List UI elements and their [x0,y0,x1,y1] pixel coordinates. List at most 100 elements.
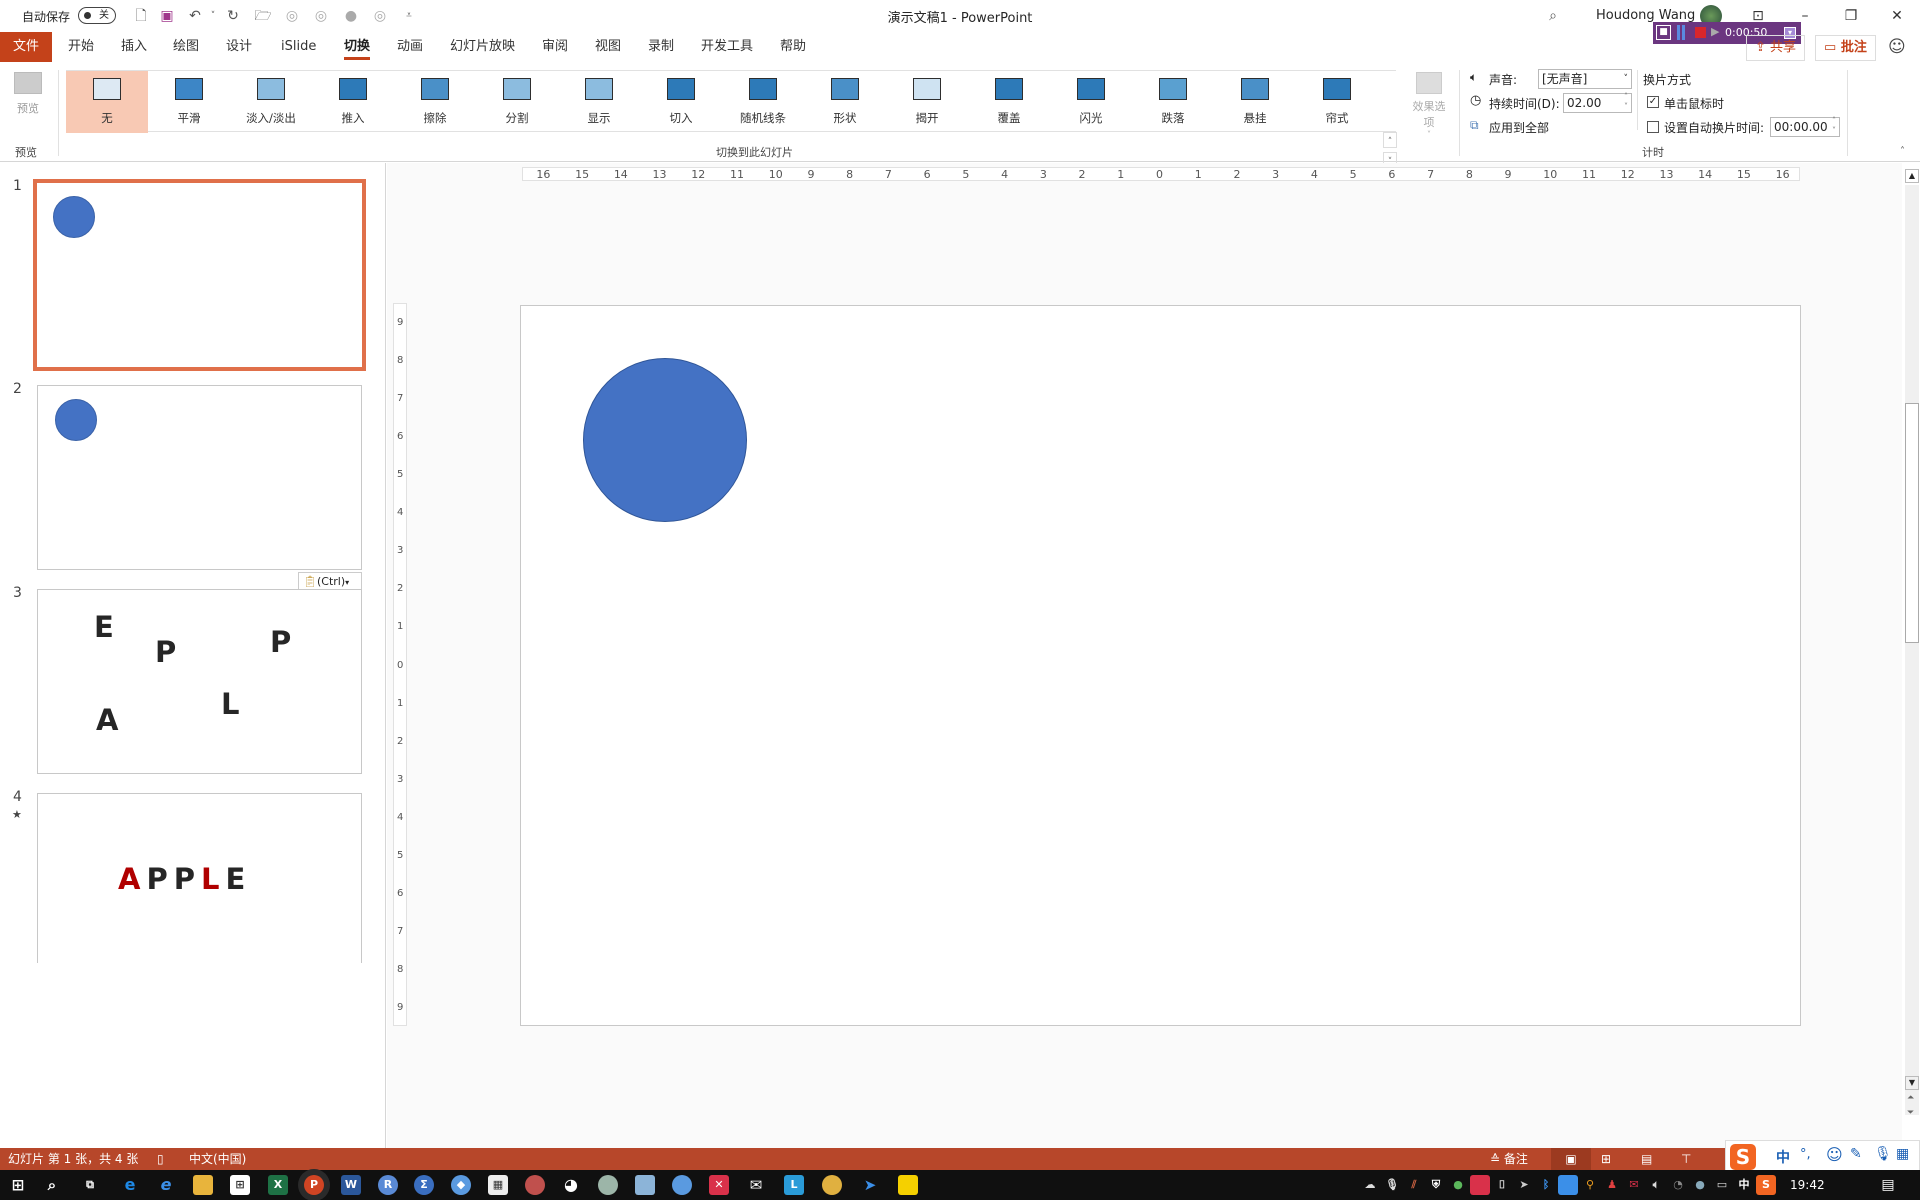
mic-icon[interactable]: 🎙︎ [1382,1175,1402,1195]
palette-icon[interactable] [598,1175,618,1195]
save-icon[interactable]: ▣ [158,7,176,25]
transition-drape[interactable]: 悬挂 [1214,71,1296,133]
user-name[interactable]: Houdong Wang [1596,8,1695,23]
defender-icon[interactable]: ⛨ [1426,1175,1446,1195]
wechat-icon[interactable]: ● [1448,1175,1468,1195]
transition-shape[interactable]: 形状 [804,71,886,133]
mail-notify-icon[interactable] [1470,1175,1490,1195]
tab-islide[interactable]: iSlide [273,32,324,62]
slide-thumbnail-3[interactable]: E P P A L [37,589,362,774]
transition-fall-over[interactable]: 跌落 [1132,71,1214,133]
notes-button[interactable]: ≙ 备注 [1490,1148,1528,1170]
tab-design[interactable]: 设计 [218,32,260,62]
shape-combine-icon[interactable]: ● [342,7,360,25]
transition-curtains[interactable]: 帘式 [1296,71,1378,133]
chrome-icon[interactable] [822,1175,842,1195]
after-time-input[interactable]: 00:00.00 ˄ ˅ [1770,116,1840,137]
excel-icon[interactable]: X [268,1175,288,1195]
transition-flash[interactable]: 闪光 [1050,71,1132,133]
after-time-checkbox[interactable] [1647,121,1659,133]
emoji-icon[interactable]: ☺ [1826,1145,1843,1164]
customize-qat-icon[interactable]: ⩡ [400,7,418,25]
ime-punctuation[interactable]: °, [1800,1147,1811,1162]
r-icon[interactable]: R [378,1175,398,1195]
apply-all-button[interactable]: 应用到全部 [1489,119,1549,136]
spinner-icon[interactable]: ˄ ˅ [1832,116,1836,136]
tab-help[interactable]: 帮助 [772,32,814,62]
language-status[interactable]: 中文(中国) [189,1148,246,1170]
normal-view-icon[interactable]: ▣ [1551,1148,1591,1170]
transition-cut[interactable]: 切入 [640,71,722,133]
clock[interactable]: 19:42 [1790,1178,1825,1192]
transition-random-bars[interactable]: 随机线条 [722,71,804,133]
redo-icon[interactable]: ↻ [224,7,242,25]
telegram-icon[interactable]: ➤ [860,1175,880,1195]
search-tray-icon[interactable]: ⚲ [1580,1175,1600,1195]
pen-icon[interactable]: ✎ [1850,1146,1862,1162]
input-language[interactable]: 中 [1734,1175,1754,1195]
tab-file[interactable]: 文件 [0,32,52,62]
file-explorer-icon[interactable] [193,1175,213,1195]
tab-review[interactable]: 审阅 [534,32,576,62]
sigma-icon[interactable]: Σ [414,1175,434,1195]
slide-thumbnail-2[interactable] [37,385,362,570]
tray-app-icon[interactable]: ⫽ [1404,1175,1424,1195]
shape-union-icon[interactable]: ◎ [283,7,301,25]
mail-icon[interactable]: ✉ [746,1175,766,1195]
tab-view[interactable]: 视图 [587,32,629,62]
scroll-down-icon[interactable]: ▼ [1905,1076,1919,1090]
slide-thumbnail-1[interactable] [33,179,366,371]
spell-check-icon[interactable]: ▯ [157,1148,164,1170]
slide-thumbnail-4[interactable]: APPLE [37,793,362,963]
qq-icon[interactable]: ♟ [1602,1175,1622,1195]
feedback-smiley-icon[interactable]: ☺ [1888,37,1906,57]
search-icon[interactable]: ⌕ [42,1175,62,1195]
share-button[interactable]: ⇪ 共享 [1746,35,1806,61]
effect-options-button[interactable]: 效果选项 ˅ [1408,72,1450,142]
word-icon[interactable]: W [341,1175,361,1195]
sticky-notes-icon[interactable] [898,1175,918,1195]
ie-icon[interactable]: e [156,1175,176,1195]
gallery-scroll-up[interactable]: ˄ [1383,132,1397,148]
onedrive-icon[interactable]: ☁ [1360,1175,1380,1195]
bluetooth-icon[interactable]: ᛒ [1536,1175,1556,1195]
tab-animations[interactable]: 动画 [389,32,431,62]
collapse-ribbon-icon[interactable]: ˄ [1900,146,1905,157]
search-icon[interactable]: ⌕ [1544,7,1562,25]
l-app-icon[interactable]: L [784,1175,804,1195]
task-view-icon[interactable]: ⧉ [80,1175,100,1195]
transition-wipe[interactable]: 擦除 [394,71,476,133]
tab-transitions[interactable]: 切换 [336,32,378,62]
tab-insert[interactable]: 插入 [113,32,155,62]
transition-split[interactable]: 分割 [476,71,558,133]
gem-icon[interactable]: ◆ [451,1175,471,1195]
previous-slide-icon[interactable]: ⏶ [1907,1093,1914,1103]
scroll-track[interactable] [1905,185,1919,1115]
store-icon[interactable]: ⊞ [230,1175,250,1195]
paint-app-icon[interactable] [525,1175,545,1195]
calendar-icon[interactable]: ▦ [488,1175,508,1195]
transition-smooth[interactable]: 平滑 [148,71,230,133]
transition-push[interactable]: 推入 [312,71,394,133]
next-slide-icon[interactable]: ⏷ [1907,1108,1914,1118]
tab-home[interactable]: 开始 [60,32,102,62]
on-click-checkbox[interactable]: ✓ [1647,96,1659,108]
undo-dropdown-icon[interactable]: ˅ [204,7,222,25]
transition-uncover[interactable]: 揭开 [886,71,968,133]
current-slide[interactable] [520,305,1801,1026]
app-icon[interactable]: ◕ [561,1175,581,1195]
ime-mode[interactable]: 中 [1776,1147,1790,1167]
powerpoint-icon[interactable]: P [304,1175,324,1195]
autosave-toggle[interactable]: 关 [78,7,116,24]
notification-center-icon[interactable]: ▤ [1878,1175,1898,1195]
shape-fragment-icon[interactable]: ◎ [371,7,389,25]
preview-button[interactable]: 预览 [8,68,48,128]
notepad-icon[interactable] [635,1175,655,1195]
usb-icon[interactable]: ⌷ [1492,1175,1512,1195]
open-folder-icon[interactable]: 🗁 [254,7,272,25]
microphone-icon[interactable]: 🎙︎ [1874,1146,1892,1162]
wifi-icon[interactable]: ◔ [1668,1175,1688,1195]
shape-intersect-icon[interactable]: ◎ [312,7,330,25]
feishu-icon[interactable] [1558,1175,1578,1195]
transition-fade[interactable]: 淡入/淡出 [230,71,312,133]
